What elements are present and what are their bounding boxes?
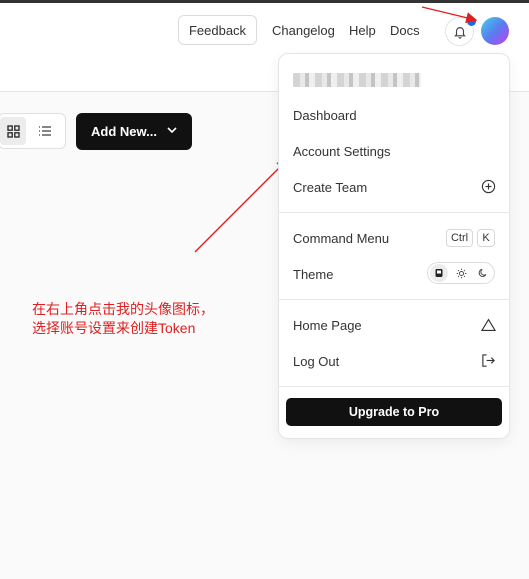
menu-item-create-team[interactable]: Create Team [293, 180, 367, 195]
menu-divider [279, 212, 509, 213]
account-dropdown-menu: Dashboard Account Settings Create Team C… [278, 53, 510, 439]
menu-item-log-out[interactable]: Log Out [293, 354, 339, 369]
chevron-down-icon [167, 127, 177, 134]
menu-item-account-settings[interactable]: Account Settings [293, 144, 391, 159]
theme-system-button[interactable] [430, 264, 448, 282]
user-email-blurred [293, 73, 421, 87]
nav-help[interactable]: Help [349, 23, 376, 38]
annotation-line-2: 选择账号设置来创建Token [32, 320, 196, 336]
bell-icon [453, 26, 466, 39]
list-view-button[interactable] [32, 117, 58, 145]
menu-item-theme: Theme [293, 267, 334, 282]
view-toggle [0, 113, 66, 149]
shortcut-k: K [477, 229, 495, 247]
theme-light-button[interactable] [452, 264, 470, 282]
menu-item-dashboard[interactable]: Dashboard [293, 108, 357, 123]
menu-divider [279, 299, 509, 300]
nav-changelog[interactable]: Changelog [272, 23, 335, 38]
shortcut-ctrl: Ctrl [446, 229, 473, 247]
logout-icon [482, 354, 495, 367]
avatar[interactable] [481, 17, 509, 45]
theme-switcher [427, 262, 495, 284]
feedback-button[interactable]: Feedback [178, 15, 257, 45]
list-view-icon [39, 126, 51, 136]
moon-icon [478, 268, 487, 277]
notification-dot [466, 16, 477, 27]
sun-icon [456, 268, 466, 278]
triangle-icon [481, 318, 496, 332]
device-icon [435, 269, 443, 277]
menu-item-command-menu[interactable]: Command Menu [293, 231, 389, 246]
plus-circle-icon [481, 179, 496, 194]
annotation-line-1: 在右上角点击我的头像图标， [32, 301, 214, 317]
theme-dark-button[interactable] [474, 264, 492, 282]
arrow-to-account-settings [194, 159, 288, 253]
add-new-label: Add New... [91, 124, 157, 139]
menu-item-home-page[interactable]: Home Page [293, 318, 362, 333]
add-new-button[interactable]: Add New... [76, 113, 192, 150]
upgrade-to-pro-button[interactable]: Upgrade to Pro [286, 398, 502, 426]
grid-view-button[interactable] [0, 117, 26, 145]
instruction-annotation: 在右上角点击我的头像图标， 选择账号设置来创建Token [32, 300, 214, 338]
grid-view-icon [6, 124, 20, 138]
menu-divider [279, 386, 509, 387]
nav-docs[interactable]: Docs [390, 23, 420, 38]
